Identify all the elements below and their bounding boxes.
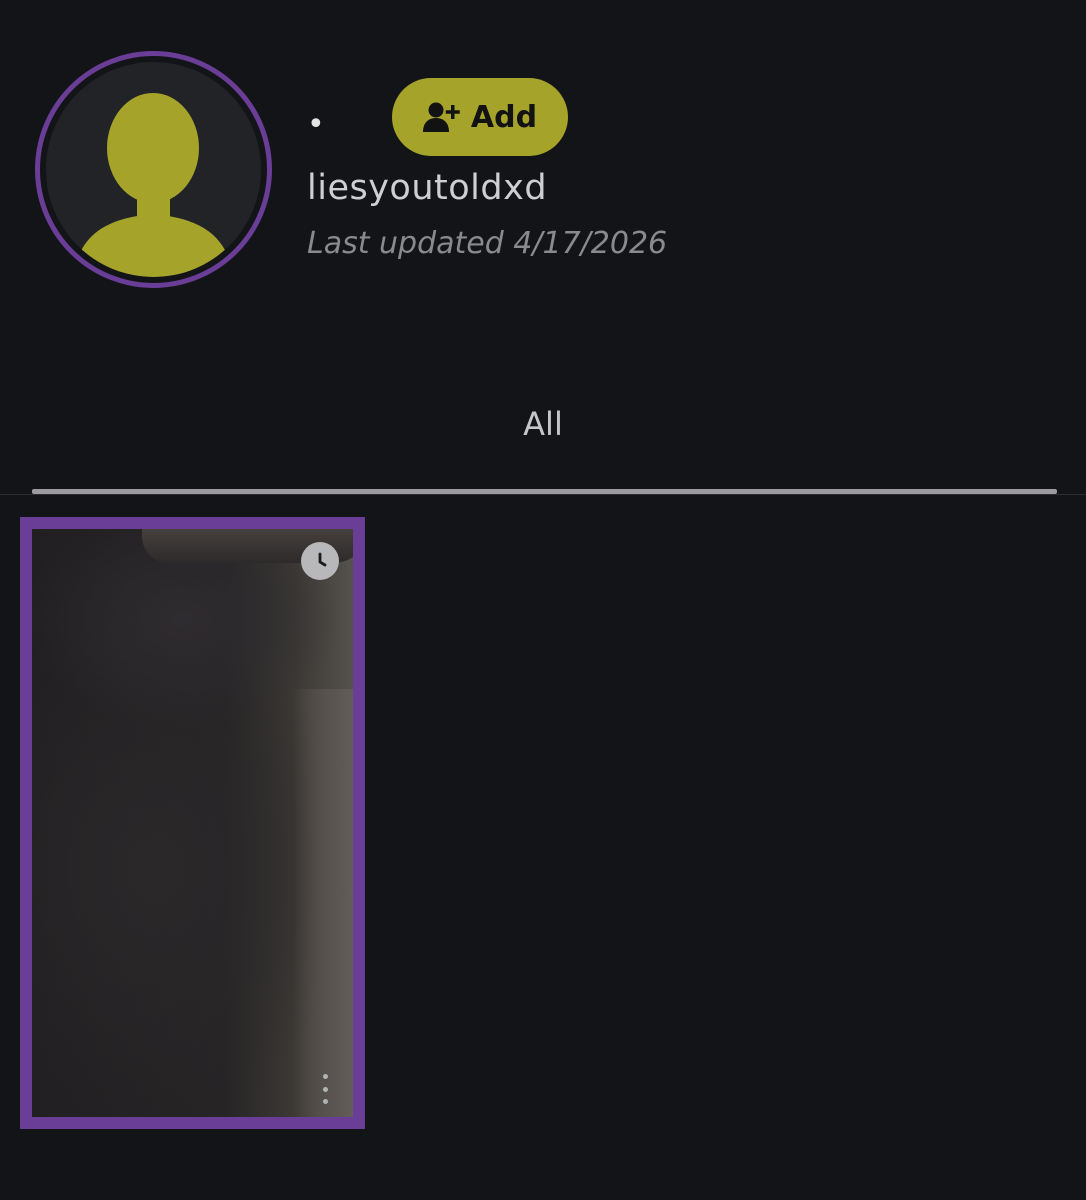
person-silhouette-icon bbox=[74, 93, 233, 277]
profile-avatar-ring[interactable] bbox=[35, 51, 272, 288]
clock-icon bbox=[301, 542, 339, 580]
display-name: • bbox=[307, 107, 325, 142]
tab-all[interactable]: All bbox=[0, 405, 1086, 443]
story-thumbnail bbox=[32, 529, 353, 1117]
add-user-icon bbox=[422, 101, 461, 133]
add-friend-button[interactable]: Add bbox=[392, 78, 568, 156]
username: liesyoutoldxd bbox=[307, 168, 548, 208]
more-vertical-icon[interactable] bbox=[317, 1074, 333, 1104]
tabs-divider bbox=[0, 494, 1086, 495]
last-updated-text: Last updated 4/17/2026 bbox=[307, 226, 668, 261]
add-button-label: Add bbox=[470, 99, 538, 135]
avatar bbox=[46, 62, 261, 277]
story-tile[interactable] bbox=[20, 517, 365, 1129]
tab-selected-indicator bbox=[32, 489, 1057, 494]
